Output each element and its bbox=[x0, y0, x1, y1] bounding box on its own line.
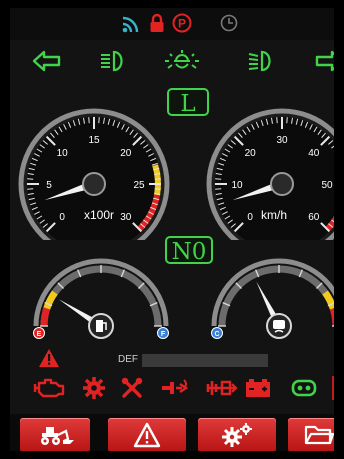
speed-unit-label: km/h bbox=[261, 208, 288, 222]
left-turn-icon bbox=[32, 50, 61, 72]
speed-tick-label: 50 bbox=[321, 180, 333, 191]
fuel-low-zone bbox=[40, 307, 51, 327]
battery-icon bbox=[246, 379, 270, 397]
fuel-gauge: EF bbox=[33, 258, 169, 339]
softkey-bar bbox=[10, 414, 344, 451]
dashboard-screen: P H L 051015202530 x bbox=[10, 8, 344, 451]
status-bar: P H bbox=[10, 8, 344, 40]
warning-triangle-icon bbox=[39, 349, 59, 367]
maintenance-tools-icon bbox=[121, 377, 143, 398]
folder-icon bbox=[304, 425, 334, 445]
service-gear-icon bbox=[83, 377, 105, 399]
rpm-tick-label: 25 bbox=[133, 180, 145, 191]
alerts-button[interactable] bbox=[108, 418, 186, 451]
speed-needle-hub bbox=[270, 172, 294, 196]
fuel-low-label: E bbox=[37, 331, 42, 338]
loader-mode-button[interactable] bbox=[20, 418, 90, 451]
settings-button[interactable] bbox=[198, 418, 276, 451]
parking-brake-icon: P bbox=[172, 13, 192, 33]
indicator-row bbox=[10, 44, 344, 80]
def-label: DEF bbox=[118, 354, 138, 365]
rpm-tick-label: 10 bbox=[57, 148, 69, 159]
wifi-icon bbox=[122, 16, 139, 33]
speed-tick-label: 60 bbox=[308, 212, 320, 223]
settings-icon bbox=[222, 423, 252, 447]
rpm-unit-label: x100r bbox=[84, 208, 115, 222]
speed-tick-label: 20 bbox=[245, 148, 257, 159]
speed-tick-label: 10 bbox=[231, 180, 243, 191]
high-beam-icon bbox=[248, 50, 271, 72]
rpm-tick-label: 0 bbox=[59, 212, 65, 223]
temp-caution-zone bbox=[322, 290, 337, 310]
clock-icon bbox=[220, 14, 238, 32]
speed-tick-label: 40 bbox=[308, 148, 320, 159]
seat-belt-icon bbox=[291, 379, 317, 397]
coolant-temperature-gauge: CH bbox=[211, 258, 344, 339]
engine-check-icon bbox=[33, 378, 65, 398]
hydraulic-icon bbox=[162, 379, 189, 394]
work-lights-icon bbox=[165, 50, 199, 69]
rpm-tick-label: 15 bbox=[88, 135, 100, 146]
rpm-tick-label: 5 bbox=[46, 180, 52, 191]
low-beam-icon bbox=[101, 50, 123, 72]
screen-bezel-right bbox=[334, 0, 344, 459]
rpm-tick-label: 20 bbox=[120, 148, 132, 159]
def-level-bar bbox=[142, 354, 268, 367]
lock-icon bbox=[150, 13, 164, 32]
transmission-icon bbox=[206, 380, 238, 396]
fuel-caution-zone bbox=[43, 290, 58, 310]
svg-text:P: P bbox=[178, 17, 186, 31]
alert-icon bbox=[133, 422, 161, 448]
rpm-needle-hub bbox=[82, 172, 106, 196]
loader-icon bbox=[41, 427, 74, 445]
temp-low-label: C bbox=[214, 331, 219, 338]
fuel-high-label: F bbox=[161, 331, 166, 338]
speed-tick-label: 30 bbox=[276, 135, 288, 146]
rpm-tick-label: 30 bbox=[120, 212, 132, 223]
warning-icon-row bbox=[10, 372, 344, 404]
speed-tick-label: 0 bbox=[247, 212, 253, 223]
